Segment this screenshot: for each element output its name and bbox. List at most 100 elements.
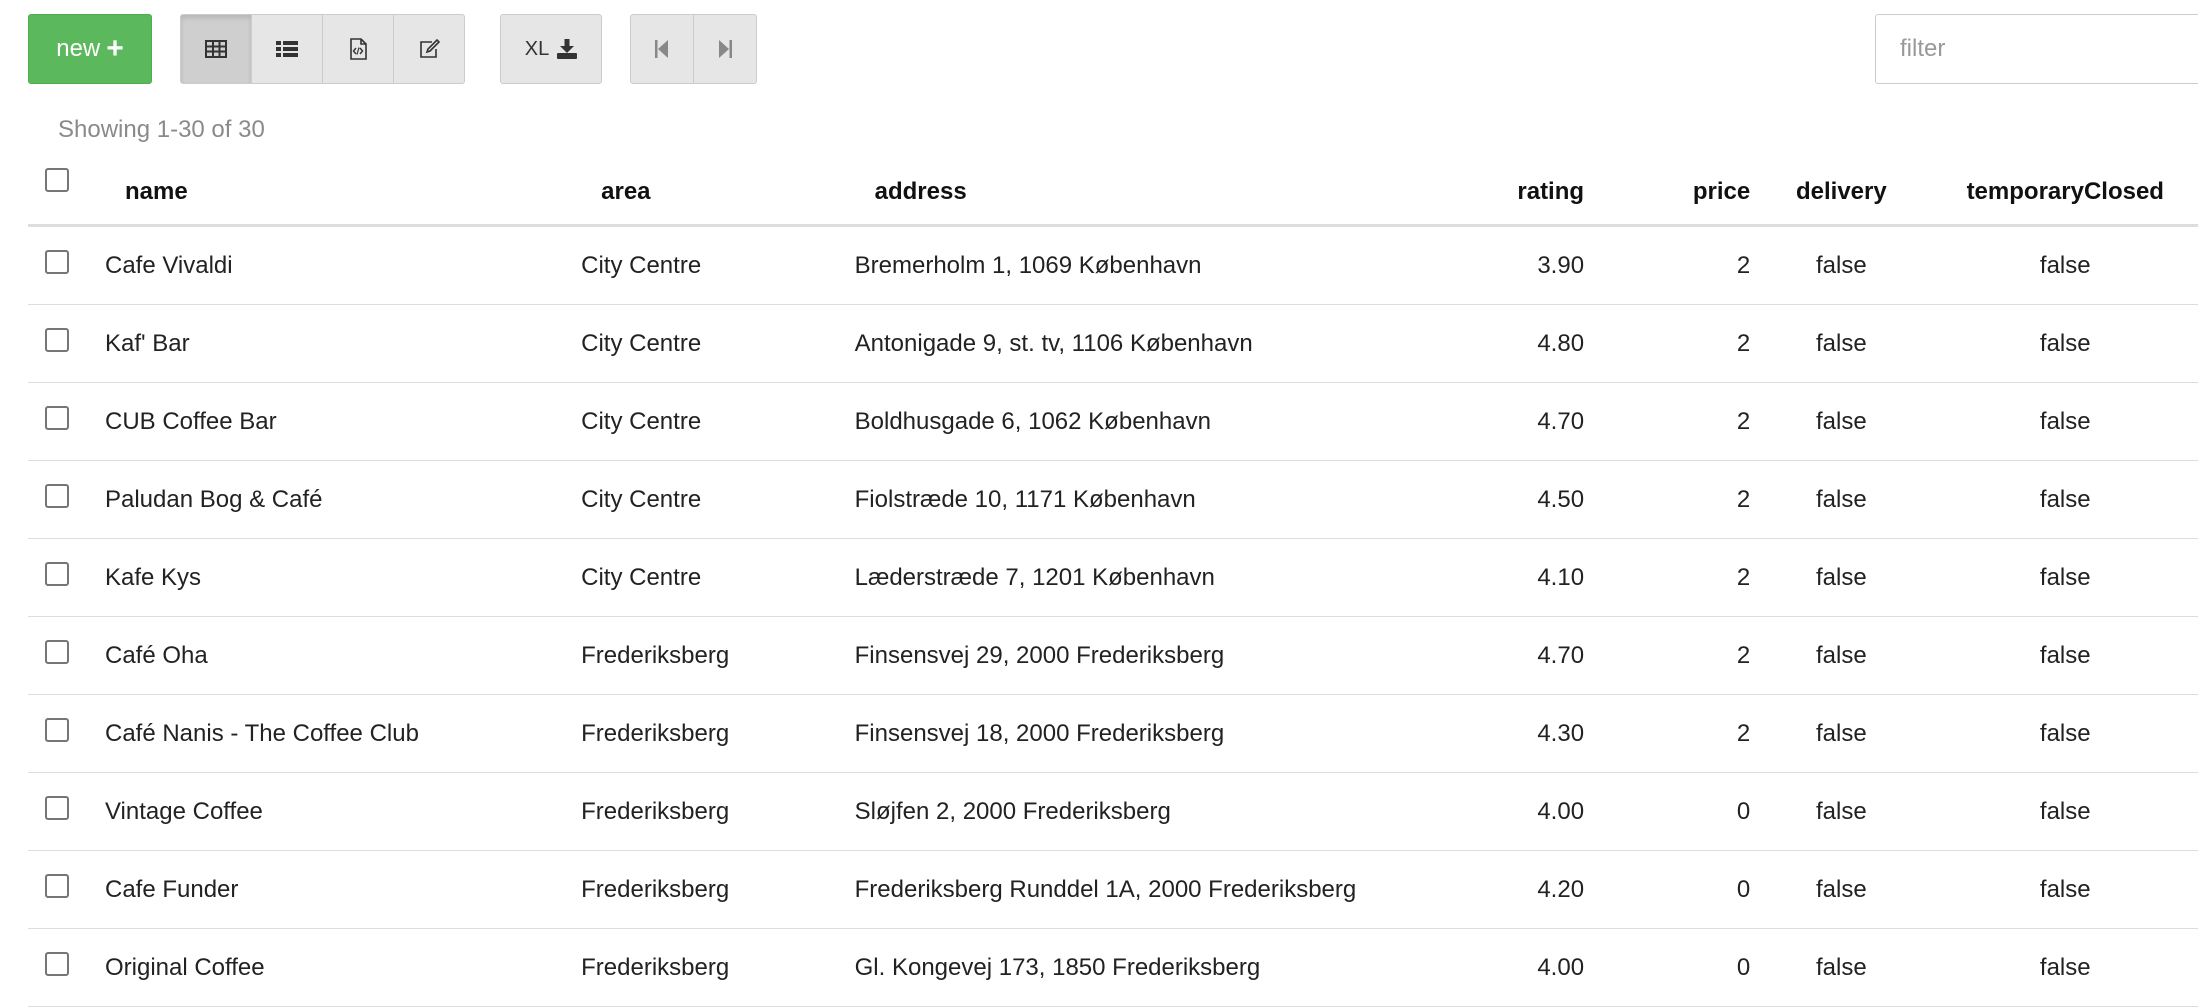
cell-price: 2 (1584, 616, 1751, 695)
first-page-button[interactable] (630, 14, 694, 84)
table-view-button[interactable] (180, 14, 252, 84)
row-select-cell (28, 382, 105, 461)
column-header-temporary-closed[interactable]: temporaryClosed (1932, 160, 2198, 227)
table-row[interactable]: CUB Coffee Bar City Centre Boldhusgade 6… (28, 382, 2198, 461)
cell-rating: 4.80 (1472, 304, 1585, 383)
cell-rating: 4.70 (1472, 382, 1585, 461)
last-page-button[interactable] (693, 14, 757, 84)
cell-address: Finsensvej 29, 2000 Frederiksberg (854, 616, 1473, 695)
cell-temporary-closed: false (1932, 928, 2198, 1007)
cell-rating: 4.00 (1472, 928, 1585, 1007)
cell-temporary-closed: false (1932, 694, 2198, 773)
showing-count: Showing 1-30 of 30 (58, 116, 265, 143)
cell-temporary-closed: false (1932, 225, 2198, 305)
cell-price: 2 (1584, 382, 1751, 461)
row-checkbox[interactable] (45, 250, 69, 274)
table-row[interactable]: Kafe Kys City Centre Læderstræde 7, 1201… (28, 538, 2198, 617)
cell-delivery: false (1750, 225, 1933, 305)
cell-price: 0 (1584, 928, 1751, 1007)
table-row[interactable]: Café Oha Frederiksberg Finsensvej 29, 20… (28, 616, 2198, 695)
cell-address: Gl. Kongevej 173, 1850 Frederiksberg (854, 928, 1473, 1007)
cell-price: 0 (1584, 850, 1751, 929)
cell-address: Fiolstræde 10, 1171 København (854, 460, 1473, 539)
cell-name: Original Coffee (104, 928, 582, 1007)
column-header-area[interactable]: area (581, 160, 855, 227)
list-view-button[interactable] (251, 14, 323, 84)
cell-name: Café Nanis - The Coffee Club (104, 694, 582, 773)
cell-name: Kaf' Bar (104, 304, 582, 383)
cell-area: City Centre (581, 225, 855, 305)
row-checkbox[interactable] (45, 484, 69, 508)
row-checkbox[interactable] (45, 406, 69, 430)
row-checkbox[interactable] (45, 952, 69, 976)
cell-price: 0 (1584, 772, 1751, 851)
table-row[interactable]: Paludan Bog & Café City Centre Fiolstræd… (28, 460, 2198, 539)
row-checkbox[interactable] (45, 796, 69, 820)
row-select-cell (28, 772, 105, 851)
cell-delivery: false (1750, 772, 1933, 851)
table-row[interactable]: Original Coffee Frederiksberg Gl. Kongev… (28, 928, 2198, 1007)
cell-area: Frederiksberg (581, 928, 855, 1007)
row-checkbox[interactable] (45, 562, 69, 586)
page-nav-group (630, 14, 757, 84)
edit-icon (418, 39, 440, 59)
toolbar: new + XL (0, 0, 2198, 100)
table-view-icon (205, 40, 227, 58)
plus-icon: + (106, 32, 124, 65)
excel-export-button[interactable]: XL (500, 14, 602, 84)
cell-temporary-closed: false (1932, 304, 2198, 383)
cell-delivery: false (1750, 850, 1933, 929)
table-row[interactable]: Cafe Vivaldi City Centre Bremerholm 1, 1… (28, 225, 2198, 305)
cell-rating: 4.50 (1472, 460, 1585, 539)
new-button[interactable]: new + (28, 14, 152, 84)
cell-area: Frederiksberg (581, 772, 855, 851)
row-select-cell (28, 460, 105, 539)
column-header-rating[interactable]: rating (1472, 160, 1585, 227)
cell-temporary-closed: false (1932, 538, 2198, 617)
select-all-checkbox[interactable] (45, 168, 69, 192)
column-header-name[interactable]: name (104, 160, 582, 227)
cell-area: Frederiksberg (581, 694, 855, 773)
row-select-cell (28, 304, 105, 383)
cell-temporary-closed: false (1932, 616, 2198, 695)
cell-delivery: false (1750, 460, 1933, 539)
cell-delivery: false (1750, 694, 1933, 773)
table-row[interactable]: Café Nanis - The Coffee Club Frederiksbe… (28, 694, 2198, 773)
column-header-delivery[interactable]: delivery (1750, 160, 1933, 227)
cell-temporary-closed: false (1932, 850, 2198, 929)
cell-rating: 4.00 (1472, 772, 1585, 851)
table-row[interactable]: Vintage Coffee Frederiksberg Sløjfen 2, … (28, 772, 2198, 851)
select-all-cell (28, 160, 105, 227)
row-select-cell (28, 616, 105, 695)
column-header-address[interactable]: address (854, 160, 1473, 227)
data-table: name area address rating price delivery … (28, 160, 2198, 1007)
column-header-price[interactable]: price (1584, 160, 1751, 227)
table-header-row: name area address rating price delivery … (28, 160, 2198, 227)
edit-button[interactable] (393, 14, 465, 84)
cell-address: Antonigade 9, st. tv, 1106 København (854, 304, 1473, 383)
list-view-icon (276, 40, 298, 58)
row-checkbox[interactable] (45, 874, 69, 898)
row-checkbox[interactable] (45, 328, 69, 352)
code-file-button[interactable] (322, 14, 394, 84)
cell-price: 2 (1584, 694, 1751, 773)
cell-name: Kafe Kys (104, 538, 582, 617)
table-row[interactable]: Kaf' Bar City Centre Antonigade 9, st. t… (28, 304, 2198, 383)
cell-name: Paludan Bog & Café (104, 460, 582, 539)
cell-rating: 4.70 (1472, 616, 1585, 695)
row-checkbox[interactable] (45, 640, 69, 664)
filter-input[interactable] (1875, 14, 2198, 84)
new-button-label: new (56, 35, 101, 62)
cell-delivery: false (1750, 382, 1933, 461)
table-row[interactable]: Cafe Funder Frederiksberg Frederiksberg … (28, 850, 2198, 929)
cell-price: 2 (1584, 538, 1751, 617)
cell-address: Læderstræde 7, 1201 København (854, 538, 1473, 617)
cell-delivery: false (1750, 538, 1933, 617)
code-file-icon (349, 38, 367, 60)
cell-price: 2 (1584, 304, 1751, 383)
cell-delivery: false (1750, 304, 1933, 383)
row-checkbox[interactable] (45, 718, 69, 742)
cell-temporary-closed: false (1932, 772, 2198, 851)
cell-price: 2 (1584, 460, 1751, 539)
cell-name: CUB Coffee Bar (104, 382, 582, 461)
